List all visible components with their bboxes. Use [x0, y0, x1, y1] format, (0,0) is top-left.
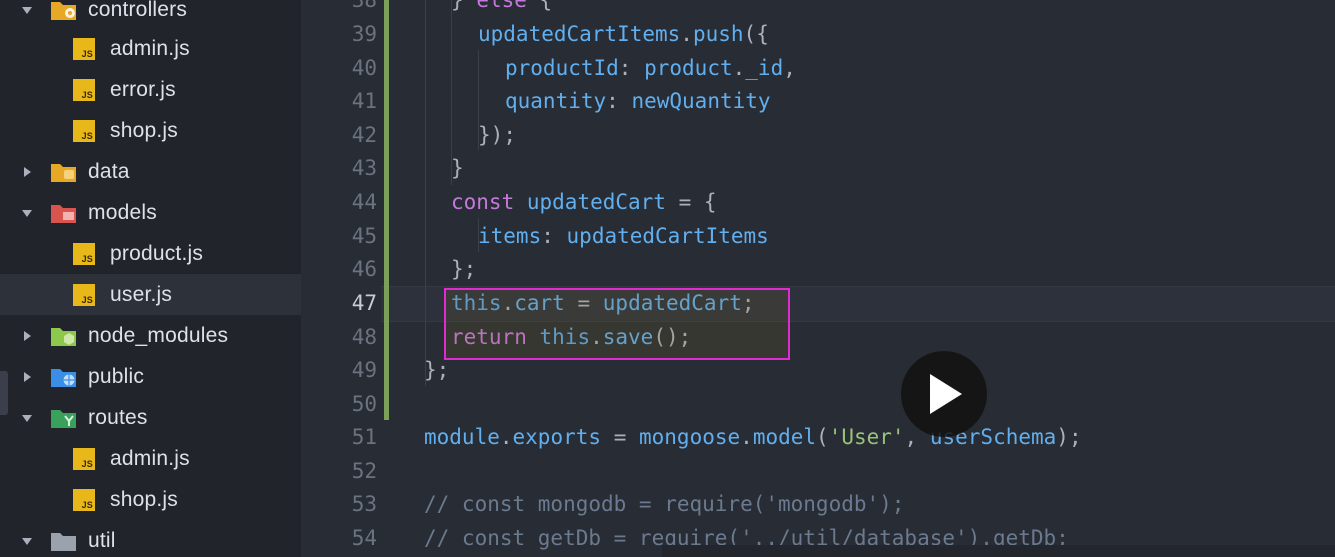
tree-file-routes-admin-js[interactable]: JS admin.js	[0, 438, 301, 479]
line-number: 54	[351, 526, 377, 550]
file-explorer-sidebar: controllers JS admin.js JS error.js JS s…	[0, 0, 301, 557]
chevron-down-icon[interactable]	[20, 411, 34, 425]
chevron-down-icon[interactable]	[20, 534, 34, 548]
tree-label: shop.js	[110, 487, 178, 511]
line-number: 51	[351, 425, 377, 449]
chevron-right-icon[interactable]	[20, 329, 34, 343]
js-file-icon: JS	[73, 119, 95, 142]
util-folder-icon	[50, 530, 78, 552]
tree-label: routes	[88, 405, 148, 429]
line-number: 39	[351, 22, 377, 46]
tree-file-error-js[interactable]: JS error.js	[0, 69, 301, 110]
js-file-icon: JS	[73, 283, 95, 306]
tree-folder-routes[interactable]: routes	[0, 397, 301, 438]
line-number: 52	[351, 459, 377, 483]
code-line[interactable]: }	[451, 151, 464, 185]
line-number: 42	[351, 123, 377, 147]
play-icon	[930, 374, 962, 414]
js-file-icon: JS	[73, 447, 95, 470]
tree-label: admin.js	[110, 36, 190, 60]
line-number: 43	[351, 156, 377, 180]
code-line[interactable]: } else {	[451, 0, 552, 17]
line-number: 46	[351, 257, 377, 281]
tree-label: util	[88, 528, 116, 552]
tree-folder-controllers[interactable]: controllers	[0, 0, 301, 30]
code-line[interactable]: };	[451, 252, 476, 286]
code-line[interactable]: items: updatedCartItems	[478, 219, 769, 253]
code-line[interactable]: // const mongodb = require('mongodb');	[424, 487, 904, 521]
js-file-icon: JS	[73, 78, 95, 101]
tree-label: public	[88, 364, 145, 388]
code-line[interactable]: productId: product._id,	[505, 51, 796, 85]
code-line[interactable]: module.exports = mongoose.model('User', …	[424, 420, 1082, 454]
tree-file-shop-js[interactable]: JS shop.js	[0, 110, 301, 151]
tree-label: shop.js	[110, 118, 178, 142]
tree-file-admin-js[interactable]: JS admin.js	[0, 28, 301, 69]
git-added-lines-marker	[384, 0, 389, 420]
tree-label: controllers	[88, 0, 188, 21]
tree-file-routes-shop-js[interactable]: JS shop.js	[0, 479, 301, 520]
code-line[interactable]: const updatedCart = {	[451, 185, 717, 219]
chevron-right-icon[interactable]	[20, 370, 34, 384]
line-number: 53	[351, 492, 377, 516]
tree-label: product.js	[110, 241, 204, 265]
tree-label: models	[88, 200, 157, 224]
code-line[interactable]: updatedCartItems.push({	[478, 17, 769, 51]
tree-folder-util[interactable]: util	[0, 520, 301, 557]
code-editor[interactable]: 38 39 40 41 42 43 44 45 46 47 48 49 50 5…	[301, 0, 1335, 557]
tree-label: data	[88, 159, 130, 183]
horizontal-scrollbar[interactable]	[662, 545, 1335, 557]
annotation-highlight-box	[444, 288, 790, 360]
tree-file-product-js[interactable]: JS product.js	[0, 233, 301, 274]
chevron-down-icon[interactable]	[20, 3, 34, 17]
line-number: 48	[351, 325, 377, 349]
tree-folder-models[interactable]: models	[0, 192, 301, 233]
js-file-icon: JS	[73, 488, 95, 511]
code-line[interactable]: quantity: newQuantity	[505, 84, 771, 118]
line-number: 49	[351, 358, 377, 382]
js-file-icon: JS	[73, 37, 95, 60]
code-line[interactable]: });	[478, 118, 516, 152]
tree-label: admin.js	[110, 446, 190, 470]
line-number: 38	[351, 0, 377, 12]
tree-folder-node-modules[interactable]: node_modules	[0, 315, 301, 356]
node-modules-folder-icon	[50, 325, 78, 347]
line-number-active: 47	[351, 291, 377, 315]
tree-file-user-js[interactable]: JS user.js	[0, 274, 301, 315]
data-folder-icon	[50, 161, 78, 183]
line-number: 50	[351, 392, 377, 416]
controllers-folder-icon	[50, 0, 78, 21]
tree-label: error.js	[110, 77, 176, 101]
play-button[interactable]	[901, 351, 987, 437]
tree-label: user.js	[110, 282, 173, 306]
tree-folder-data[interactable]: data	[0, 151, 301, 192]
chevron-down-icon[interactable]	[20, 206, 34, 220]
js-file-icon: JS	[73, 242, 95, 265]
line-number-gutter: 38 39 40 41 42 43 44 45 46 47 48 49 50 5…	[301, 0, 381, 557]
routes-folder-icon	[50, 407, 78, 429]
indent-guide	[425, 0, 426, 386]
line-number: 44	[351, 190, 377, 214]
line-number: 45	[351, 224, 377, 248]
line-number: 40	[351, 56, 377, 80]
tree-folder-public[interactable]: public	[0, 356, 301, 397]
tree-label: node_modules	[88, 323, 229, 347]
line-number: 41	[351, 89, 377, 113]
models-folder-icon	[50, 202, 78, 224]
public-folder-icon	[50, 366, 78, 388]
chevron-right-icon[interactable]	[20, 165, 34, 179]
